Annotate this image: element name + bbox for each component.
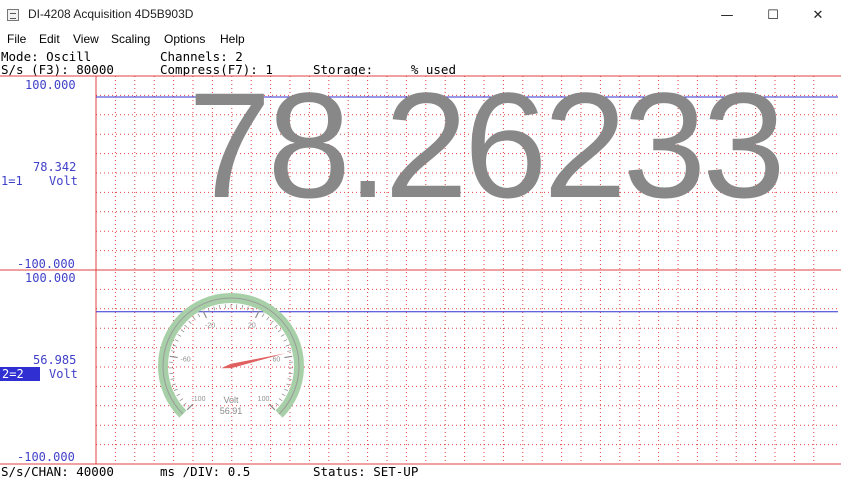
ch2-unit: Volt <box>49 367 78 381</box>
ch2-scale-bottom: -100.000 <box>17 450 75 464</box>
gauge-tick <box>192 316 196 321</box>
ch2-label-selected[interactable]: 2=2 <box>0 367 40 381</box>
gauge-tick <box>183 402 187 406</box>
gauge-tick-label: 20 <box>248 323 256 330</box>
gauge-tick-label: 60 <box>273 356 281 363</box>
gauge-tick <box>169 372 174 375</box>
gauge-value: 56.91 <box>220 406 243 416</box>
gauge-tick <box>287 350 292 352</box>
gauge-tick <box>170 378 175 380</box>
gauge-tick <box>286 383 291 386</box>
gauge-tick <box>266 316 270 321</box>
gauge-tick-label: 100 <box>258 396 270 403</box>
gauge-tick <box>176 393 181 397</box>
ch1-scale-top: 100.000 <box>25 78 76 92</box>
gauge-tick-label: -100 <box>191 396 205 403</box>
ch2-reading: 56.985 <box>33 353 77 367</box>
gauge-tick <box>275 402 279 406</box>
gauge-tick <box>241 305 243 310</box>
gauge-tick <box>179 398 184 402</box>
gauge-tick <box>173 388 178 391</box>
gauge-tick <box>188 320 192 324</box>
gauge-tick <box>184 324 188 328</box>
gauge-tick <box>285 344 290 347</box>
gauge-tick-label: -60 <box>181 356 191 363</box>
gauge-tick <box>180 329 185 333</box>
gauge-tick <box>197 313 201 318</box>
gauge-tick <box>274 324 278 328</box>
gauge-tick <box>283 339 288 342</box>
gauge-tick <box>287 378 292 380</box>
status-text: Status: SET-UP <box>313 464 419 479</box>
gauge-tick <box>281 393 286 397</box>
gauge-tick <box>268 403 276 411</box>
gauge-tick <box>261 313 265 318</box>
ch1-unit: Volt <box>49 174 78 188</box>
ms-div-text: ms /DIV: 0.5 <box>160 464 251 479</box>
gauge-tick <box>278 398 283 402</box>
chan-rate-text: S/s/CHAN: 40000 <box>1 464 114 479</box>
gauge-tick <box>170 350 175 352</box>
gauge-tick <box>280 334 285 337</box>
gauge-tick <box>219 305 221 310</box>
gauge-tick <box>288 372 293 375</box>
gauge-tick-label: -20 <box>205 323 215 330</box>
big-readout: 78.26233 <box>188 61 786 229</box>
gauge-tick <box>270 320 274 324</box>
gauge-tick <box>284 355 293 359</box>
gauge-tick <box>174 339 179 342</box>
ch2-scale-top: 100.000 <box>25 271 76 285</box>
gauge-tick <box>177 334 182 337</box>
ch1-reading: 78.342 <box>33 160 77 174</box>
gauge-tick <box>186 403 194 411</box>
gauge-tick <box>284 388 289 391</box>
gauge-tick <box>169 355 178 359</box>
ch1-label[interactable]: 1=1 <box>1 175 23 188</box>
gauge-tick <box>213 306 216 311</box>
gauge-tick <box>172 344 177 347</box>
gauge-unit: Volt <box>223 395 239 405</box>
ch1-scale-bottom: -100.000 <box>17 257 75 271</box>
gauge-tick <box>277 329 282 333</box>
